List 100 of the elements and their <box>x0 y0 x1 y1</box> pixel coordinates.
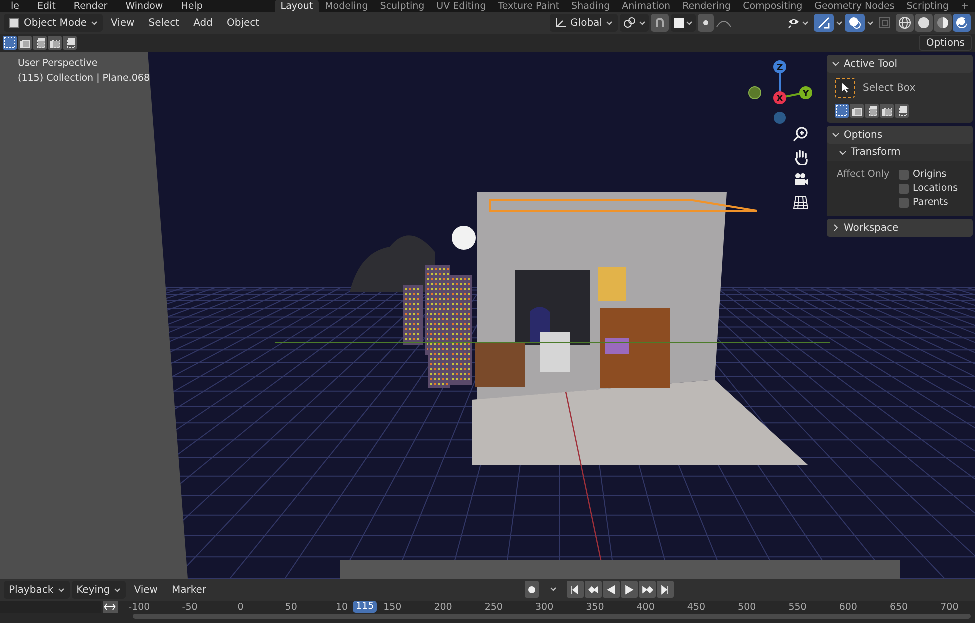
panel-header[interactable]: Workspace <box>827 219 973 237</box>
current-frame-indicator[interactable]: 115 <box>353 601 378 613</box>
menu-item[interactable]: Help <box>172 0 212 12</box>
workspace-tab[interactable]: Rendering <box>676 0 738 12</box>
frame-number: 450 <box>687 602 706 612</box>
menu-item[interactable]: Object <box>220 14 266 32</box>
selection-mode-button[interactable] <box>835 104 849 118</box>
workspace-tab[interactable]: Shading <box>566 0 616 12</box>
axis-handle[interactable]: X <box>774 92 786 104</box>
selected-plane-outline[interactable] <box>489 199 758 212</box>
workspace-tab[interactable]: UV Editing <box>430 0 492 12</box>
chevron-down-icon <box>832 60 840 68</box>
falloff-curve-icon[interactable] <box>716 18 732 28</box>
gizmo-toggle[interactable] <box>814 14 834 32</box>
selection-mode-button[interactable] <box>3 36 17 50</box>
frame-number: 200 <box>434 602 452 612</box>
play-button[interactable] <box>621 581 638 598</box>
snap-target-dropdown[interactable] <box>671 14 696 32</box>
jump-end-button[interactable] <box>657 581 674 598</box>
previous-keyframe-button[interactable] <box>585 581 602 598</box>
add-workspace-button[interactable]: + <box>955 0 975 12</box>
checkbox[interactable]: Locations <box>899 183 963 194</box>
hand-icon[interactable] <box>793 149 809 165</box>
caret-icon <box>802 20 809 26</box>
selection-mode-button[interactable] <box>895 104 909 118</box>
orientation-dropdown[interactable]: Global <box>550 14 618 32</box>
timeline-scrollbar[interactable] <box>133 614 971 619</box>
menu-item[interactable]: Marker <box>166 581 213 599</box>
caret-icon <box>91 20 98 26</box>
caret-icon <box>550 587 556 592</box>
xray-icon <box>879 17 891 29</box>
jump-start-button[interactable] <box>567 581 584 598</box>
workspace-tab[interactable]: Scripting <box>900 0 956 12</box>
snap-toggle[interactable] <box>651 14 670 32</box>
magnet-icon <box>654 17 666 29</box>
shading-mode-button[interactable] <box>915 14 933 32</box>
workspace-tab[interactable]: Modeling <box>319 0 374 12</box>
menu-item[interactable]: View <box>105 14 141 32</box>
overlay-toggle[interactable] <box>845 14 865 32</box>
workspace-tab[interactable]: Geometry Nodes <box>808 0 901 12</box>
frame-number: 650 <box>890 602 908 612</box>
menu-item[interactable]: Edit <box>28 0 65 12</box>
shading-mode-button[interactable] <box>953 14 971 32</box>
workspace-tab[interactable]: Texture Paint <box>492 0 566 12</box>
selection-mode-button[interactable] <box>63 36 77 50</box>
selection-mode-button[interactable] <box>33 36 47 50</box>
frame-number: 150 <box>384 602 402 612</box>
selection-mode-button[interactable] <box>18 36 32 50</box>
checkbox[interactable]: Parents <box>899 197 963 208</box>
viewport-info-text: User Perspective <box>18 58 99 69</box>
swap-button[interactable] <box>102 601 118 613</box>
chevron-right-icon <box>832 224 840 232</box>
axis-handle[interactable] <box>774 112 786 124</box>
next-keyframe-button[interactable] <box>639 581 656 598</box>
camera-icon[interactable] <box>793 172 809 188</box>
cube-icon <box>9 18 20 28</box>
frame-number: 700 <box>940 602 959 612</box>
workspace-tab[interactable]: Layout <box>274 0 320 12</box>
play-reverse-button[interactable] <box>603 581 620 598</box>
selection-mode-button[interactable] <box>865 104 879 118</box>
workspace-tab[interactable]: Sculpting <box>374 0 431 12</box>
frame-number: 400 <box>636 602 655 612</box>
frame-number: 500 <box>738 602 756 612</box>
pivot-dropdown[interactable] <box>620 14 650 32</box>
menu-dropdown[interactable]: Playback <box>4 581 70 599</box>
panel-header[interactable]: Options <box>827 126 973 144</box>
selection-mode-button[interactable] <box>850 104 864 118</box>
record-button[interactable] <box>525 581 539 598</box>
play-reverse-icon <box>606 584 617 594</box>
proportional-toggle[interactable] <box>698 14 714 32</box>
panel-header[interactable]: Active Tool <box>827 55 973 73</box>
select-box-tool-button[interactable] <box>835 78 855 98</box>
shading-mode-button[interactable] <box>934 14 952 32</box>
moon-drawing <box>452 226 476 250</box>
checkbox[interactable]: Origins <box>899 169 963 180</box>
menu-item[interactable]: Render <box>64 0 117 12</box>
selection-mode-button[interactable] <box>880 104 894 118</box>
frame-number: 550 <box>788 602 807 612</box>
shading-mode-button[interactable] <box>896 14 914 32</box>
menu-item[interactable]: Select <box>142 14 186 32</box>
grid-icon[interactable] <box>793 195 809 211</box>
options-button[interactable]: Options <box>919 35 972 51</box>
workspace-tab[interactable]: Animation <box>616 0 677 12</box>
menu-item[interactable]: Add <box>188 14 219 32</box>
jump-end-icon <box>660 584 671 594</box>
menu-item[interactable]: View <box>128 581 164 599</box>
menu-item[interactable]: le <box>2 0 28 12</box>
zoom-icon[interactable] <box>793 126 809 142</box>
axis-handle[interactable] <box>748 86 762 100</box>
workspace-tab[interactable]: Compositing <box>737 0 809 12</box>
selection-mode-button[interactable] <box>48 36 62 50</box>
menu-item[interactable]: Window <box>116 0 172 12</box>
mode-dropdown[interactable]: Object Mode <box>4 14 103 32</box>
caret-icon <box>639 20 646 26</box>
axis-handle[interactable]: Z <box>774 60 786 74</box>
caret-icon <box>606 20 614 26</box>
frame-number: 350 <box>586 602 604 612</box>
previous-keyframe-icon <box>588 584 599 594</box>
menu-dropdown[interactable]: Keying <box>72 581 126 599</box>
axis-handle[interactable]: Y <box>800 86 812 100</box>
